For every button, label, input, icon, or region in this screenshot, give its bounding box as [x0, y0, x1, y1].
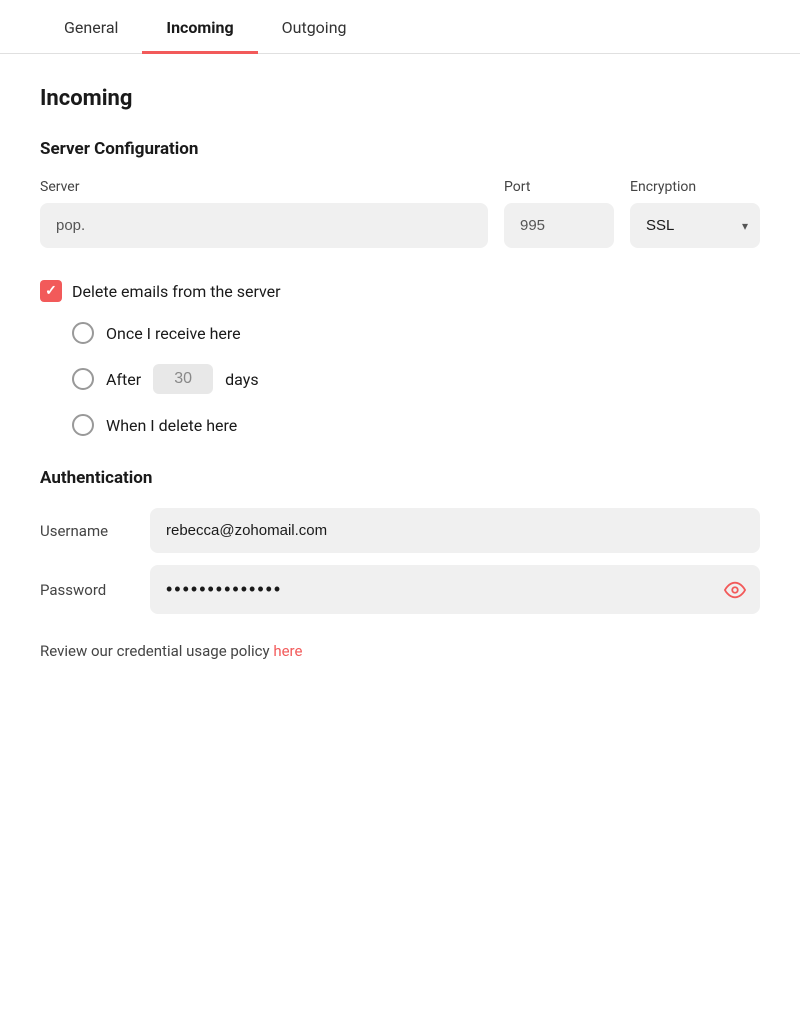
radio-when[interactable] — [72, 414, 94, 436]
tabs-nav: General Incoming Outgoing — [0, 0, 800, 54]
password-label: Password — [40, 581, 130, 599]
eye-icon — [724, 579, 746, 601]
radio-after-label-before: After — [106, 370, 141, 389]
radio-when-label: When I delete here — [106, 416, 237, 435]
server-field-group: Server — [40, 179, 488, 248]
server-fields-row: Server Port Encryption SSL TLS None ▾ — [40, 179, 760, 248]
server-label: Server — [40, 179, 488, 195]
authentication-section: Authentication Username Password — [40, 468, 760, 614]
main-content: Incoming Server Configuration Server Por… — [0, 54, 800, 692]
radio-after[interactable] — [72, 368, 94, 390]
port-label: Port — [504, 179, 614, 195]
radio-once-label: Once I receive here — [106, 324, 241, 343]
toggle-password-button[interactable] — [724, 579, 746, 601]
port-input[interactable] — [504, 203, 614, 248]
policy-section: Review our credential usage policy here — [40, 642, 760, 660]
password-input-wrapper — [150, 565, 760, 614]
delete-option-once: Once I receive here — [72, 322, 760, 344]
username-label: Username — [40, 522, 130, 540]
encryption-field-group: Encryption SSL TLS None ▾ — [630, 179, 760, 248]
tab-general[interactable]: General — [40, 0, 142, 54]
username-row: Username — [40, 508, 760, 553]
delete-checkbox-row: ✓ Delete emails from the server — [40, 280, 760, 302]
tab-incoming[interactable]: Incoming — [142, 0, 257, 54]
encryption-label: Encryption — [630, 179, 760, 195]
password-input[interactable] — [150, 565, 760, 614]
radio-once[interactable] — [72, 322, 94, 344]
encryption-select[interactable]: SSL TLS None — [630, 203, 760, 248]
port-field-group: Port — [504, 179, 614, 248]
page-title: Incoming — [40, 86, 760, 111]
delete-emails-checkbox[interactable]: ✓ — [40, 280, 62, 302]
username-input-wrapper — [150, 508, 760, 553]
radio-after-label-after: days — [225, 370, 258, 389]
days-input[interactable] — [153, 364, 213, 394]
policy-link[interactable]: here — [273, 642, 302, 660]
authentication-title: Authentication — [40, 468, 760, 488]
delete-option-when: When I delete here — [72, 414, 760, 436]
delete-option-after: After days — [72, 364, 760, 394]
encryption-select-wrapper: SSL TLS None ▾ — [630, 203, 760, 248]
server-config-section: Server Configuration Server Port Encrypt… — [40, 139, 760, 248]
checkmark-icon: ✓ — [45, 283, 57, 299]
delete-emails-label: Delete emails from the server — [72, 282, 281, 301]
password-row: Password — [40, 565, 760, 614]
delete-options-list: Once I receive here After days When I de… — [40, 322, 760, 436]
username-input[interactable] — [150, 508, 760, 553]
server-config-title: Server Configuration — [40, 139, 760, 159]
delete-emails-section: ✓ Delete emails from the server Once I r… — [40, 280, 760, 436]
tab-outgoing[interactable]: Outgoing — [258, 0, 371, 54]
server-input[interactable] — [40, 203, 488, 248]
policy-text-content: Review our credential usage policy — [40, 642, 270, 660]
